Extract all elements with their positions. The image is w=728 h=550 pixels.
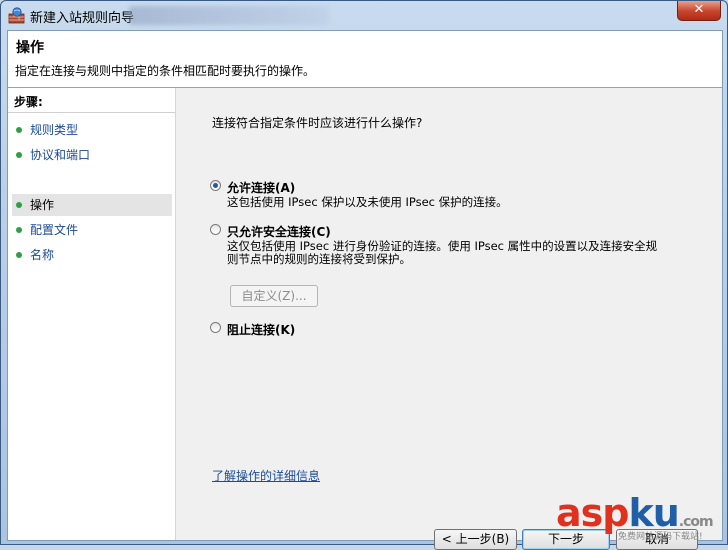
allow-secure-radio[interactable] [210,224,221,235]
step-item-protocol-port[interactable]: 协议和端口 [12,144,172,166]
wizard-window: 新建入站规则向导 ✕ 操作 指定在连接与规则中指定的条件相匹配时要执行的操作。 … [0,0,728,550]
learn-more-link[interactable]: 了解操作的详细信息 [212,467,320,484]
step-item-profile[interactable]: 配置文件 [12,219,172,241]
page-header: 操作 指定在连接与规则中指定的条件相匹配时要执行的操作。 [8,31,722,88]
aspku-watermark: aspku.com 免费网站源码下载站! [556,491,726,543]
step-label: 规则类型 [30,123,79,137]
allow-secure-description: 这仅包括使用 IPsec 进行身份验证的连接。使用 IPsec 属性中的设置以及… [227,239,658,266]
green-dot-icon [16,227,22,233]
customize-button[interactable]: 自定义(Z)... [230,285,318,307]
watermark-subtitle: 免费网站源码下载站! [618,532,703,542]
window-title: 新建入站规则向导 [30,11,135,26]
firewall-shield-icon [8,7,25,24]
allow-radio[interactable] [210,180,221,191]
step-item-action[interactable]: 操作 [12,194,172,216]
action-pane: 连接符合指定条件时应该进行什么操作? 允许连接(A) 这包括使用 IPsec 保… [176,88,722,550]
page-title: 操作 [16,40,44,56]
option-allow-secure[interactable]: 只允许安全连接(C) 这仅包括使用 IPsec 进行身份验证的连接。使用 IPs… [210,223,690,269]
steps-pane: 步骤: 规则类型 协议和端口 操作 配置文件 名称 [8,88,176,540]
steps-divider [8,112,175,113]
option-block[interactable]: 阻止连接(K) [210,321,410,337]
blurred-title-region [129,6,329,25]
allow-secure-label: 只允许安全连接(C) [227,225,331,239]
green-dot-icon [16,202,22,208]
allow-label: 允许连接(A) [227,181,296,195]
page-description: 指定在连接与规则中指定的条件相匹配时要执行的操作。 [15,64,316,78]
step-label: 协议和端口 [30,148,91,162]
step-item-name[interactable]: 名称 [12,244,172,266]
close-icon: ✕ [693,2,705,17]
allow-description: 这包括使用 IPsec 保护以及未使用 IPsec 保护的连接。 [227,195,508,209]
option-allow[interactable]: 允许连接(A) 这包括使用 IPsec 保护以及未使用 IPsec 保护的连接。 [210,179,690,211]
action-question: 连接符合指定条件时应该进行什么操作? [212,116,423,130]
step-label: 名称 [30,248,55,262]
step-label: 配置文件 [30,223,79,237]
step-item-rule-type[interactable]: 规则类型 [12,119,172,141]
green-dot-icon [16,252,22,258]
close-button[interactable]: ✕ [677,1,721,21]
step-label: 操作 [30,198,55,212]
steps-heading: 步骤: [14,95,43,109]
green-dot-icon [16,127,22,133]
block-label: 阻止连接(K) [227,323,296,337]
wizard-content: 操作 指定在连接与规则中指定的条件相匹配时要执行的操作。 步骤: 规则类型 协议… [7,30,723,550]
title-bar[interactable]: 新建入站规则向导 ✕ [1,1,727,30]
block-radio[interactable] [210,322,221,333]
back-button[interactable]: < 上一步(B) [434,529,517,550]
watermark-dotcom: .com [678,514,714,530]
green-dot-icon [16,152,22,158]
